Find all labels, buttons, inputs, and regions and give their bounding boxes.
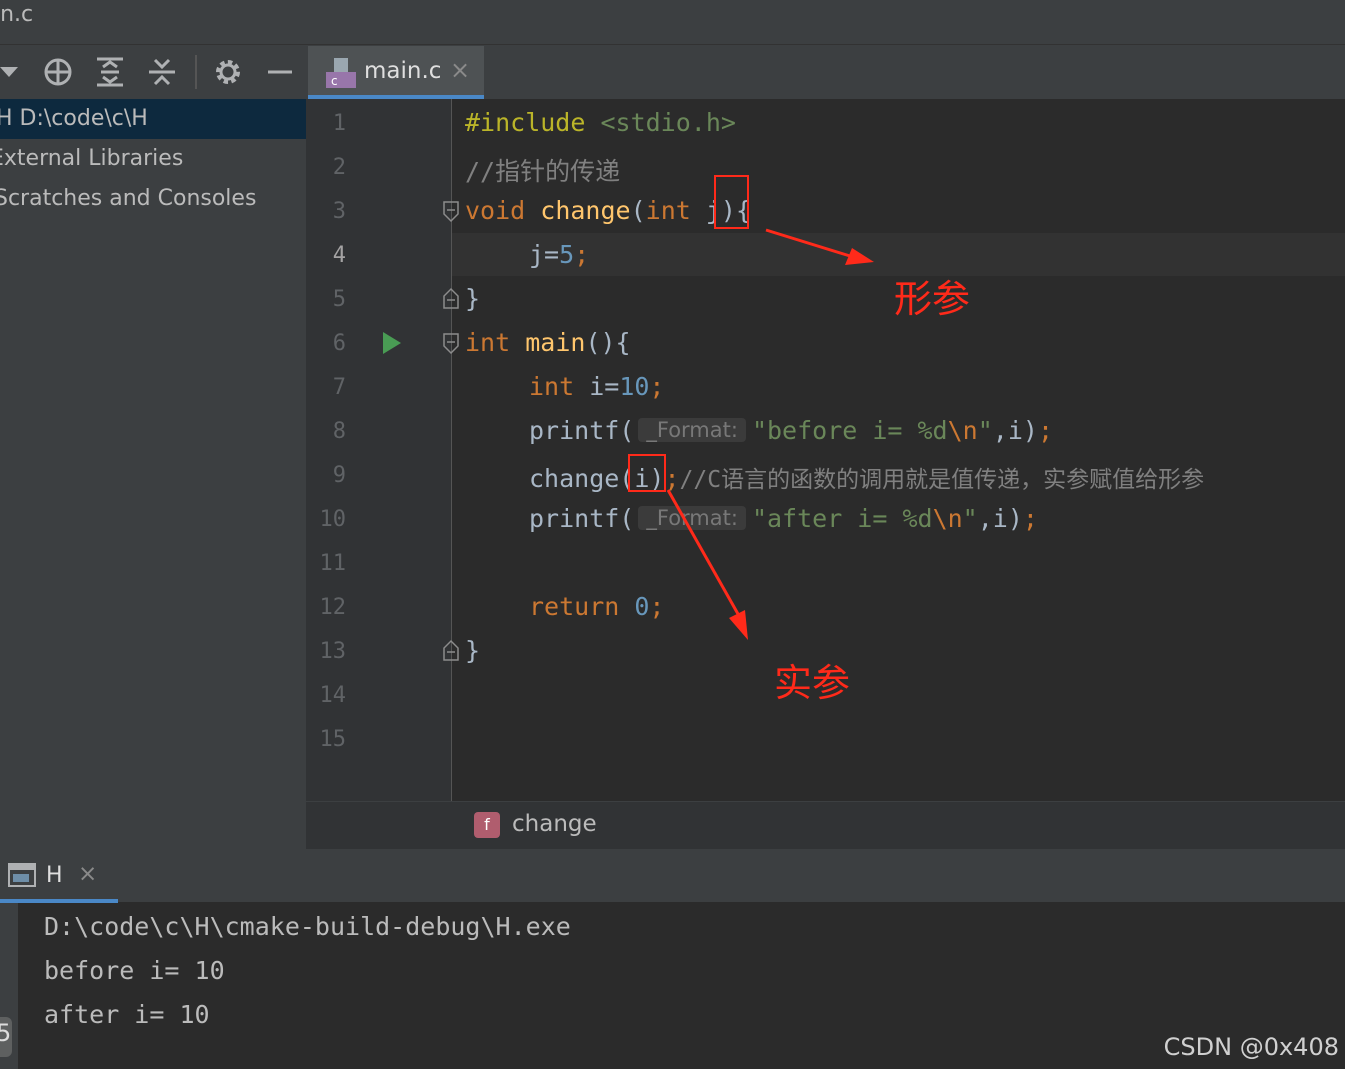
actual-param-label: 实参 bbox=[774, 661, 851, 705]
arrow-to-actual-param-label bbox=[666, 489, 748, 640]
arrow-to-formal-param-label bbox=[765, 228, 874, 265]
watermark: CSDN @0x408 bbox=[1163, 1033, 1339, 1061]
annotation-arrows bbox=[666, 228, 874, 640]
formal-param-label: 形参 bbox=[894, 277, 971, 321]
